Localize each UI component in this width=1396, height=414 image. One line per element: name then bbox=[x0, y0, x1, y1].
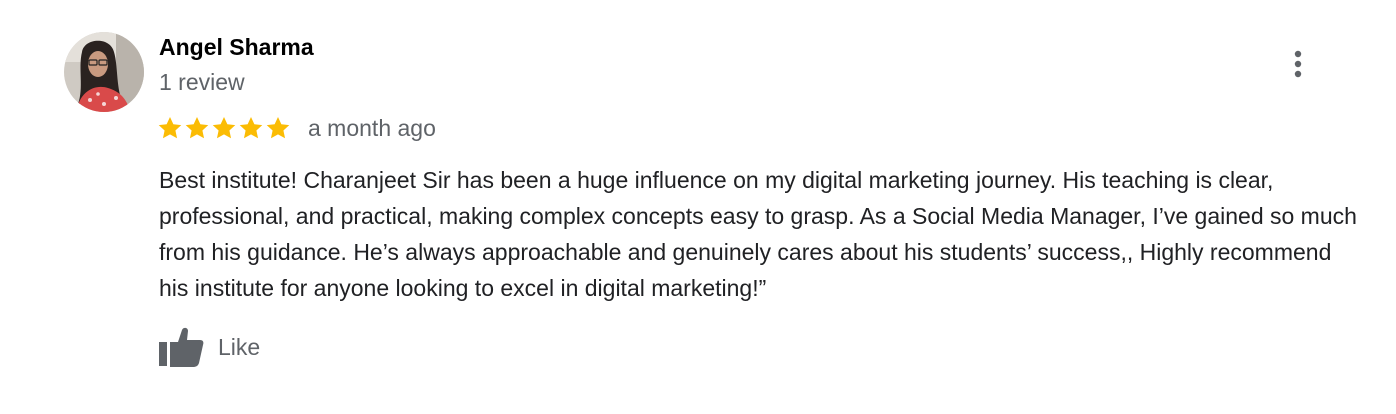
star-icon bbox=[184, 115, 210, 141]
star-icon bbox=[238, 115, 264, 141]
more-options-button[interactable] bbox=[1284, 46, 1312, 82]
reviewer-name[interactable]: Angel Sharma bbox=[159, 33, 314, 61]
avatar-image bbox=[64, 32, 144, 112]
thumbs-up-icon bbox=[159, 327, 204, 367]
rating-row: a month ago bbox=[157, 113, 436, 143]
avatar[interactable] bbox=[64, 32, 144, 112]
star-icon bbox=[211, 115, 237, 141]
more-vertical-icon bbox=[1294, 50, 1302, 78]
review-count: 1 review bbox=[159, 69, 245, 95]
like-label: Like bbox=[218, 334, 261, 360]
star-rating bbox=[157, 115, 291, 141]
review-text: Best institute! Charanjeet Sir has been … bbox=[159, 167, 1357, 301]
review-date: a month ago bbox=[308, 115, 436, 141]
like-button[interactable]: Like bbox=[158, 326, 260, 368]
star-icon bbox=[265, 115, 291, 141]
star-icon bbox=[157, 115, 183, 141]
review-card: Angel Sharma 1 review a month ago Best i… bbox=[0, 0, 1396, 414]
